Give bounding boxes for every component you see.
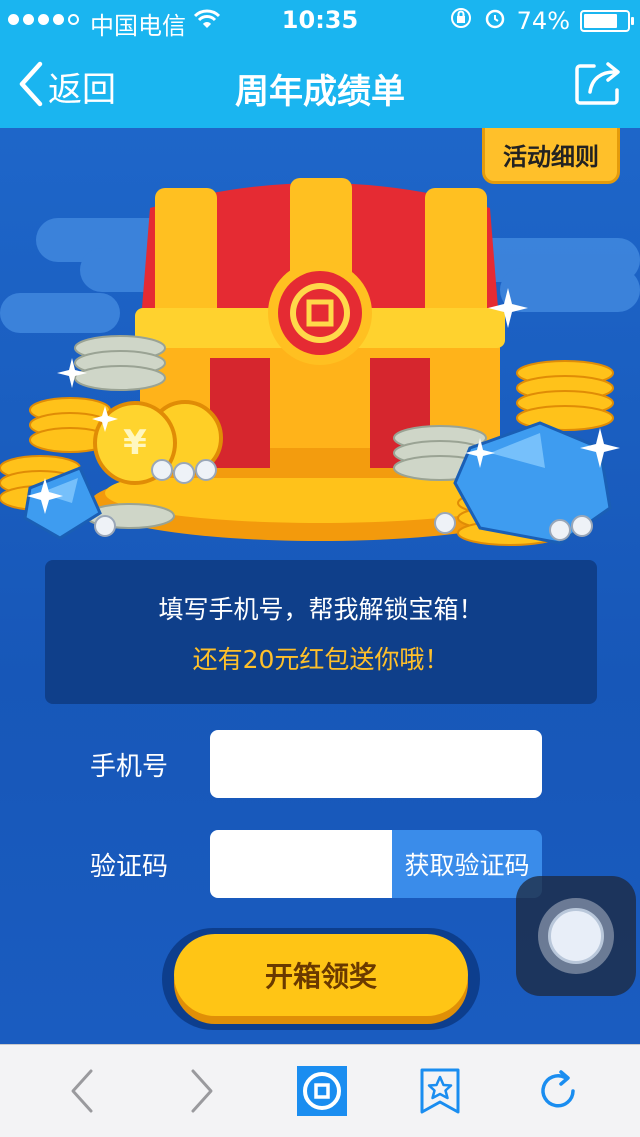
chevron-left-icon [16,60,44,112]
rules-button[interactable]: 活动细则 [482,128,620,184]
code-label: 验证码 [90,852,169,882]
app-home-button[interactable] [294,1066,350,1120]
svg-text:¥: ¥ [123,423,147,463]
back-button[interactable]: 返回 [16,60,116,112]
bookmark-button[interactable] [412,1067,468,1119]
message-line-2: 还有20元红包送你哦！ [192,645,450,674]
battery-percent: 74% [516,7,570,35]
phone-input[interactable] [210,730,542,798]
message-box: 填写手机号，帮我解锁宝箱！ 还有20元红包送你哦！ [45,560,597,704]
nav-bar: 返回 周年成绩单 [0,40,640,128]
open-chest-button[interactable]: 开箱领奖 [174,934,468,1016]
alarm-icon [483,6,507,36]
chevron-left-icon [69,1068,95,1118]
back-label: 返回 [48,69,116,110]
refresh-button[interactable] [530,1067,586,1119]
open-button-frame: 开箱领奖 [162,928,480,1030]
main-content: ¥ 活动细则 填写手机号，帮我解锁宝箱！ 还有20元红包送你哦！ 手机号 验证码… [0,128,640,1044]
bottom-toolbar [0,1044,640,1137]
phone-label: 手机号 [90,752,169,782]
star-bookmark-icon [418,1066,462,1120]
forward-nav-button[interactable] [174,1067,230,1119]
refresh-icon [535,1068,581,1118]
status-bar: 中国电信 10:35 74% [0,0,640,40]
chevron-right-icon [189,1068,215,1118]
rotation-lock-icon [449,6,473,36]
share-button[interactable] [574,60,624,110]
back-nav-button[interactable] [54,1067,110,1119]
treasure-chest-illustration: ¥ [0,178,640,546]
message-line-1: 填写手机号，帮我解锁宝箱！ [158,595,484,624]
assistive-touch-button[interactable] [516,876,636,996]
verification-code-input[interactable] [210,830,392,898]
battery-icon [580,10,634,32]
assistive-touch-icon [548,908,604,964]
share-icon [574,62,624,110]
app-logo-icon [297,1066,347,1120]
